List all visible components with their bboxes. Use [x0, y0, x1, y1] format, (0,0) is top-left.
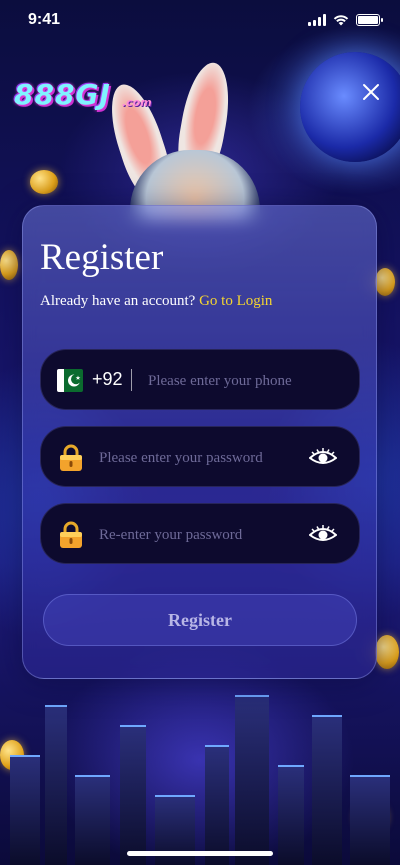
confirm-password-field: [40, 503, 360, 564]
page-title: Register: [40, 237, 164, 278]
lock-icon: [60, 521, 82, 548]
go-to-login-link[interactable]: Go to Login: [199, 293, 272, 309]
status-time: 9:41: [28, 11, 61, 28]
eye-icon[interactable]: [309, 447, 337, 467]
signal-icon: [308, 14, 326, 26]
battery-icon: [356, 14, 383, 26]
country-code[interactable]: +92: [92, 369, 123, 390]
home-indicator: [127, 851, 273, 856]
eye-icon[interactable]: [309, 524, 337, 544]
pakistan-flag-icon: [57, 369, 83, 392]
close-icon: [363, 84, 379, 100]
coin-decoration: [375, 268, 395, 296]
phone-input[interactable]: [148, 370, 348, 392]
planet-illustration: [300, 52, 400, 162]
password-field: [40, 426, 360, 487]
status-icons: [308, 14, 383, 26]
lock-icon: [60, 444, 82, 471]
register-button[interactable]: Register: [43, 594, 357, 646]
wifi-icon: [333, 15, 349, 26]
password-input[interactable]: [99, 447, 299, 469]
close-button[interactable]: [356, 77, 386, 107]
login-prompt-text: Already have an account?: [40, 293, 196, 309]
coin-decoration: [0, 250, 18, 280]
status-bar: 9:41: [0, 0, 400, 44]
confirm-password-input[interactable]: [99, 524, 299, 546]
coin-decoration: [30, 170, 58, 194]
register-card: Register Already have an account? Go to …: [22, 205, 377, 679]
phone-field: +92: [40, 349, 360, 410]
login-prompt: Already have an account? Go to Login: [40, 293, 272, 310]
field-divider: [131, 369, 132, 391]
logo-text: 888GJ: [14, 78, 111, 111]
logo-suffix: .com: [122, 96, 152, 109]
